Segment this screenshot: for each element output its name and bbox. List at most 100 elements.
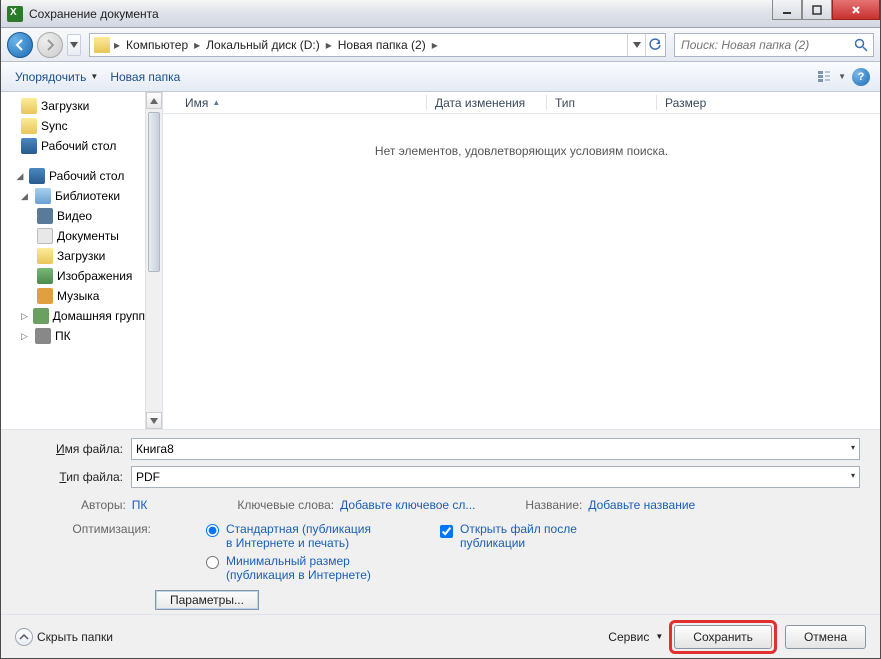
tree-item[interactable]: Изображения <box>1 266 145 286</box>
tree-item[interactable]: ▷ПК <box>1 326 145 346</box>
back-button[interactable] <box>7 32 33 58</box>
open-after-publish-label[interactable]: Открыть файл после публикации <box>460 522 620 550</box>
hide-folders-button[interactable]: Скрыть папки <box>15 628 113 646</box>
folder-icon <box>37 248 53 264</box>
chevron-right-icon[interactable]: ▸ <box>112 38 122 52</box>
desktop-icon <box>29 168 45 184</box>
scrollbar-thumb[interactable] <box>148 112 160 272</box>
chevron-down-icon[interactable]: ▾ <box>851 471 855 480</box>
refresh-button[interactable] <box>645 34 663 56</box>
parameters-button[interactable]: Параметры... <box>155 590 259 610</box>
chevron-down-icon[interactable]: ▾ <box>851 443 855 452</box>
sort-asc-icon: ▲ <box>212 98 220 107</box>
dialog-footer: Скрыть папки Сервис▼ Сохранить Отмена <box>1 614 880 658</box>
breadcrumb-bar[interactable]: ▸ Компьютер ▸ Локальный диск (D:) ▸ Нова… <box>89 33 666 57</box>
close-button[interactable] <box>832 0 880 20</box>
chevron-right-icon[interactable]: ▸ <box>430 38 440 52</box>
libraries-icon <box>35 188 51 204</box>
authors-label: Авторы: <box>81 498 126 512</box>
column-headers: Имя▲ Дата изменения Тип Размер <box>163 92 880 114</box>
vertical-scrollbar[interactable] <box>145 92 162 429</box>
filetype-value: PDF <box>136 470 160 484</box>
optimization-radio-group: Стандартная (публикация в Интернете и пе… <box>201 522 376 582</box>
empty-list-message: Нет элементов, удовлетворяющих условиям … <box>163 114 880 188</box>
titlebar: Сохранение документа <box>1 0 880 28</box>
chevron-right-icon[interactable]: ▸ <box>192 38 202 52</box>
scroll-up-button[interactable] <box>146 92 162 109</box>
collapse-icon[interactable]: ◢ <box>15 171 25 182</box>
column-header-date[interactable]: Дата изменения <box>427 92 547 113</box>
document-icon <box>37 228 53 244</box>
folder-icon <box>94 37 110 53</box>
authors-value[interactable]: ПК <box>132 498 148 512</box>
tree-item[interactable]: Загрузки <box>1 96 145 116</box>
radio-standard-label[interactable]: Стандартная (публикация в Интернете и пе… <box>226 522 376 550</box>
music-icon <box>37 288 53 304</box>
help-button[interactable]: ? <box>850 66 872 88</box>
file-list-pane: Имя▲ Дата изменения Тип Размер Нет элеме… <box>163 92 880 429</box>
filename-combo[interactable]: Книга8 ▾ <box>131 438 860 460</box>
title-label: Название: <box>525 498 582 512</box>
tree-item[interactable]: Sync <box>1 116 145 136</box>
highlight-annotation: Сохранить <box>669 620 777 654</box>
folder-tree: Загрузки Sync Рабочий стол ◢Рабочий стол… <box>1 92 163 429</box>
navigation-bar: ▸ Компьютер ▸ Локальный диск (D:) ▸ Нова… <box>1 28 880 62</box>
filetype-combo[interactable]: PDF ▾ <box>131 466 860 488</box>
scroll-down-button[interactable] <box>146 412 162 429</box>
expand-icon[interactable]: ▷ <box>21 311 29 322</box>
save-options-pane: Имя файла: Книга8▾ Тип файла: PDF▾ Автор… <box>1 429 880 614</box>
organize-menu[interactable]: Упорядочить ▼ <box>9 67 104 87</box>
window-title: Сохранение документа <box>29 7 159 21</box>
tree-item[interactable]: Рабочий стол <box>1 136 145 156</box>
chevron-right-icon[interactable]: ▸ <box>324 38 334 52</box>
video-icon <box>37 208 53 224</box>
dialog-body: Загрузки Sync Рабочий стол ◢Рабочий стол… <box>1 92 880 429</box>
radio-minimum[interactable] <box>206 556 219 569</box>
keywords-label: Ключевые слова: <box>237 498 334 512</box>
desktop-icon <box>21 138 37 154</box>
tools-menu[interactable]: Сервис▼ <box>608 630 663 644</box>
forward-button[interactable] <box>37 32 63 58</box>
new-folder-button[interactable]: Новая папка <box>104 67 186 87</box>
breadcrumb-item[interactable]: Новая папка (2) <box>334 34 430 56</box>
column-header-size[interactable]: Размер <box>657 92 747 113</box>
breadcrumb-item[interactable]: Компьютер <box>122 34 192 56</box>
collapse-icon[interactable]: ◢ <box>21 191 31 202</box>
user-icon <box>35 328 51 344</box>
save-button[interactable]: Сохранить <box>674 625 772 649</box>
search-input[interactable] <box>679 37 853 53</box>
keywords-link[interactable]: Добавьте ключевое сл... <box>340 498 475 512</box>
tree-group[interactable]: ◢Рабочий стол <box>1 166 145 186</box>
radio-minimum-label[interactable]: Минимальный размер (публикация в Интерне… <box>226 554 376 582</box>
maximize-button[interactable] <box>802 0 832 20</box>
column-header-type[interactable]: Тип <box>547 92 657 113</box>
tree-item[interactable]: Загрузки <box>1 246 145 266</box>
search-box[interactable] <box>674 33 874 57</box>
recent-locations-button[interactable] <box>67 34 81 56</box>
radio-standard[interactable] <box>206 524 219 537</box>
breadcrumb-dropdown-button[interactable] <box>627 34 645 56</box>
filetype-label: Тип файла: <box>21 470 131 484</box>
filename-value: Книга8 <box>136 442 174 456</box>
help-icon: ? <box>852 68 870 86</box>
title-link[interactable]: Добавьте название <box>588 498 695 512</box>
minimize-button[interactable] <box>772 0 802 20</box>
tree-item[interactable]: ◢Библиотеки <box>1 186 145 206</box>
expand-icon[interactable]: ▷ <box>21 331 31 342</box>
window-controls <box>772 0 880 20</box>
tree-item[interactable]: Музыка <box>1 286 145 306</box>
tree-item[interactable]: ▷Домашняя групп <box>1 306 145 326</box>
save-dialog-window: Сохранение документа ▸ Компьютер ▸ Локал… <box>0 0 881 659</box>
image-icon <box>37 268 53 284</box>
search-icon <box>853 37 869 53</box>
chevron-down-icon[interactable]: ▼ <box>838 72 846 81</box>
tree-item[interactable]: Видео <box>1 206 145 226</box>
tree-item[interactable]: Документы <box>1 226 145 246</box>
open-after-publish-checkbox[interactable] <box>440 525 453 538</box>
view-options-button[interactable] <box>814 66 836 88</box>
column-header-name[interactable]: Имя▲ <box>177 92 427 113</box>
breadcrumb-item[interactable]: Локальный диск (D:) <box>202 34 324 56</box>
folder-icon <box>21 118 37 134</box>
folder-icon <box>21 98 37 114</box>
cancel-button[interactable]: Отмена <box>785 625 866 649</box>
